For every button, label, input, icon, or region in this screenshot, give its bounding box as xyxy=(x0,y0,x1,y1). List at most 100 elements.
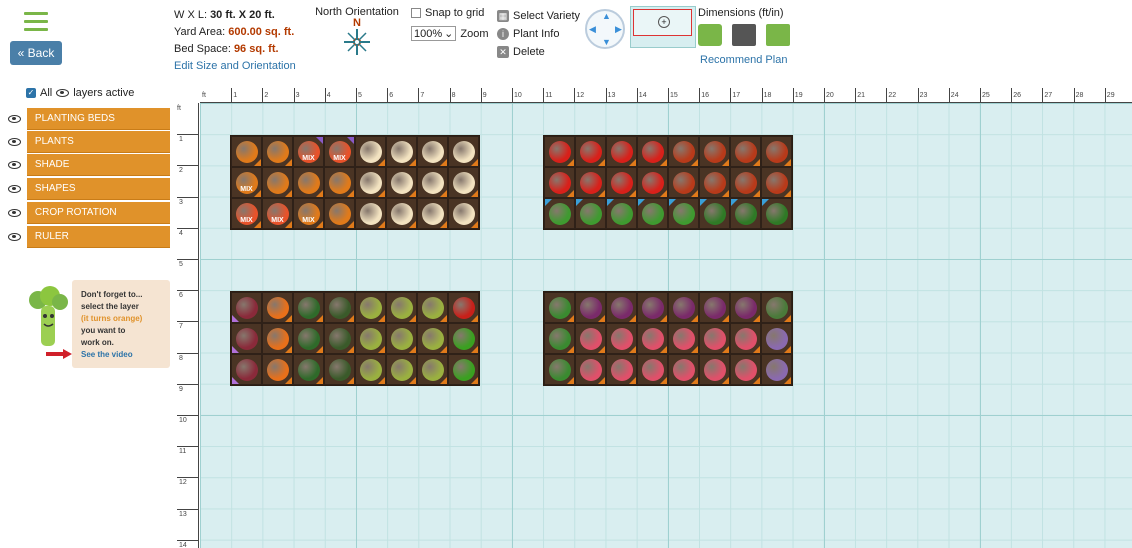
bed-cell-pumpkin[interactable] xyxy=(231,136,262,167)
minimap-viewport[interactable]: + xyxy=(633,9,692,36)
bed-cell-potato[interactable] xyxy=(575,354,606,385)
bed-cell-potato[interactable] xyxy=(668,323,699,354)
bed-bottom-left[interactable] xyxy=(230,291,480,386)
snap-to-grid-checkbox[interactable] xyxy=(411,8,421,18)
unlock-icon[interactable] xyxy=(698,24,722,46)
bed-cell-heirloom-tomato[interactable] xyxy=(699,167,730,198)
bed-cell-potato[interactable] xyxy=(668,354,699,385)
bed-cell-green-pepper[interactable] xyxy=(448,323,479,354)
bed-cell-heirloom-tomato[interactable] xyxy=(668,136,699,167)
bed-cell-lavender[interactable] xyxy=(761,354,792,385)
bed-top-left[interactable]: MIX MIX MIX MIX MIX MIX xyxy=(230,135,480,230)
bed-cell-basil[interactable] xyxy=(637,198,668,229)
bed-cell-potato[interactable] xyxy=(699,354,730,385)
bed-cell-potato[interactable] xyxy=(637,323,668,354)
bed-cell-spinach[interactable] xyxy=(293,292,324,323)
bed-cell-kale[interactable] xyxy=(324,354,355,385)
zoom-select[interactable]: 100% ⌄ xyxy=(411,26,457,41)
bed-cell-heirloom-tomato[interactable] xyxy=(761,136,792,167)
bed-cell-pumpkin[interactable] xyxy=(324,198,355,229)
bed-cell-heirloom-tomato[interactable] xyxy=(730,167,761,198)
bed-cell-potato[interactable] xyxy=(575,323,606,354)
bed-cell-onion[interactable] xyxy=(448,136,479,167)
bed-cell-nasturtium-mix[interactable]: MIX xyxy=(293,136,324,167)
bed-cell-potato[interactable] xyxy=(637,354,668,385)
pan-control[interactable]: ▲ ▼ ◀ ▶ xyxy=(585,9,625,49)
bed-cell-red-onion[interactable] xyxy=(575,292,606,323)
bed-cell-onion[interactable] xyxy=(448,167,479,198)
bed-cell-pumpkin[interactable] xyxy=(262,136,293,167)
email-icon[interactable] xyxy=(766,24,790,46)
bed-cell-red-onion[interactable] xyxy=(668,292,699,323)
bed-cell-onion[interactable] xyxy=(417,167,448,198)
bed-cell-heirloom-tomato[interactable] xyxy=(730,136,761,167)
bed-cell-lettuce[interactable] xyxy=(355,354,386,385)
bed-cell-pumpkin-mix[interactable]: MIX xyxy=(293,198,324,229)
bed-cell-cherry-tomato[interactable] xyxy=(575,136,606,167)
bed-cell-onion[interactable] xyxy=(417,136,448,167)
see-video-link[interactable]: See the video xyxy=(81,349,170,361)
bed-cell-mint[interactable] xyxy=(544,323,575,354)
bed-cell-sunflower[interactable] xyxy=(231,354,262,385)
pan-up-icon[interactable]: ▲ xyxy=(602,11,611,21)
bed-cell-pumpkin[interactable] xyxy=(324,167,355,198)
bed-cell-onion[interactable] xyxy=(386,198,417,229)
bed-cell-carrot[interactable] xyxy=(262,323,293,354)
printer-icon[interactable] xyxy=(732,24,756,46)
bed-cell-sunflower[interactable] xyxy=(231,292,262,323)
bed-cell-potato[interactable] xyxy=(730,354,761,385)
layer-shade-button[interactable]: SHADE xyxy=(26,154,170,176)
bed-cell-heirloom-tomato[interactable] xyxy=(761,167,792,198)
bed-cell-kale[interactable] xyxy=(324,323,355,354)
bed-cell-onion[interactable] xyxy=(355,167,386,198)
bed-cell-mint[interactable] xyxy=(544,354,575,385)
bed-cell-mint[interactable] xyxy=(544,292,575,323)
recommend-plan-link[interactable]: Recommend Plan xyxy=(700,54,787,66)
bed-cell-heirloom-tomato[interactable] xyxy=(699,136,730,167)
layer-planting-beds-button[interactable]: PLANTING BEDS xyxy=(26,108,170,130)
hamburger-menu-icon[interactable] xyxy=(24,12,48,32)
bed-cell-nasturtium-mix[interactable]: MIX xyxy=(231,198,262,229)
bed-cell-onion[interactable] xyxy=(355,198,386,229)
bed-cell-lettuce[interactable] xyxy=(355,323,386,354)
bed-cell-red-onion[interactable] xyxy=(606,292,637,323)
bed-cell-green-pepper[interactable] xyxy=(448,354,479,385)
layer-shapes-button[interactable]: SHAPES xyxy=(26,178,170,200)
bed-cell-red-onion[interactable] xyxy=(637,292,668,323)
bed-cell-heirloom-tomato[interactable] xyxy=(668,167,699,198)
bed-cell-potato[interactable] xyxy=(699,323,730,354)
bed-cell-pumpkin-mix[interactable]: MIX xyxy=(231,167,262,198)
bed-cell-potato[interactable] xyxy=(606,323,637,354)
bed-cell-basil[interactable] xyxy=(668,198,699,229)
bed-cell-red-pepper[interactable] xyxy=(448,292,479,323)
bed-cell-red-onion[interactable] xyxy=(699,292,730,323)
plant-info-button[interactable]: i Plant Info xyxy=(497,25,580,43)
bed-cell-rosemary[interactable] xyxy=(761,292,792,323)
eye-icon[interactable] xyxy=(8,138,21,146)
bed-cell-kale[interactable] xyxy=(324,292,355,323)
bed-cell-basil[interactable] xyxy=(544,198,575,229)
bed-cell-red-onion[interactable] xyxy=(730,292,761,323)
back-button[interactable]: « Back xyxy=(10,41,62,65)
eye-icon[interactable] xyxy=(8,115,21,123)
bed-cell-onion[interactable] xyxy=(386,167,417,198)
bed-cell-basil[interactable] xyxy=(575,198,606,229)
edit-size-orientation-link[interactable]: Edit Size and Orientation xyxy=(174,58,296,75)
delete-button[interactable]: ✕ Delete xyxy=(497,43,580,61)
layer-crop-rotation-button[interactable]: CROP ROTATION xyxy=(26,202,170,224)
bed-cell-cherry-tomato[interactable] xyxy=(637,136,668,167)
bed-cell-parsley[interactable] xyxy=(699,198,730,229)
bed-bottom-right[interactable] xyxy=(543,291,793,386)
garden-canvas[interactable]: MIX MIX MIX MIX MIX MIX xyxy=(200,103,1132,548)
bed-cell-lettuce[interactable] xyxy=(386,292,417,323)
bed-cell-cherry-tomato[interactable] xyxy=(575,167,606,198)
bed-cell-parsley[interactable] xyxy=(730,198,761,229)
eye-icon[interactable] xyxy=(8,185,21,193)
bed-cell-pumpkin[interactable] xyxy=(262,167,293,198)
bed-cell-onion[interactable] xyxy=(417,198,448,229)
bed-cell-nasturtium-mix[interactable]: MIX xyxy=(324,136,355,167)
minimap[interactable]: + xyxy=(630,6,696,48)
bed-cell-carrot[interactable] xyxy=(262,354,293,385)
bed-cell-lavender[interactable] xyxy=(761,323,792,354)
pan-right-icon[interactable]: ▶ xyxy=(615,24,622,35)
